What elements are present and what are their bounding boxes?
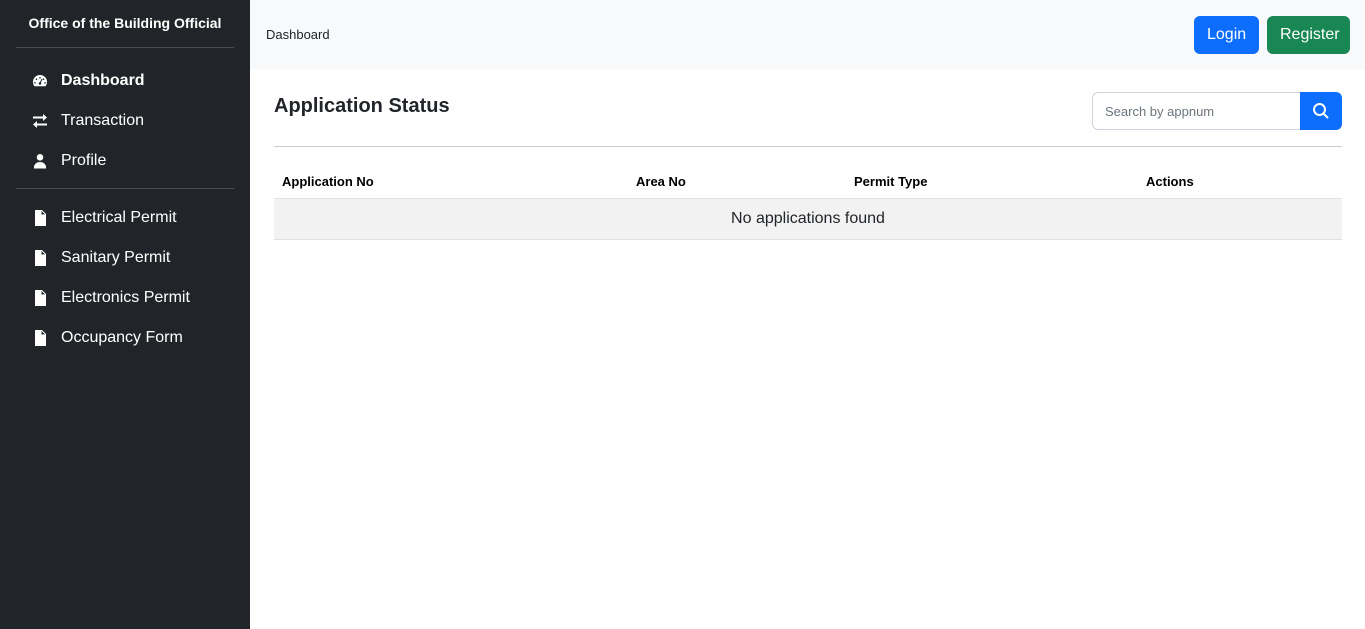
register-button[interactable]: Register (1267, 15, 1350, 54)
search-group (1092, 92, 1342, 130)
table-row: No applications found (274, 198, 1342, 240)
empty-table-message: No applications found (274, 198, 1342, 240)
topbar: Dashboard Login Register (250, 0, 1365, 69)
sidebar-item-label: Electronics Permit (61, 289, 190, 306)
app-root: Office of the Building Official Dashboar… (0, 0, 1365, 629)
login-button[interactable]: Login (1194, 15, 1259, 54)
search-input[interactable] (1092, 92, 1300, 130)
applications-table: Application No Area No Permit Type Actio… (274, 166, 1342, 240)
sidebar-item-sanitary-permit[interactable]: Sanitary Permit (16, 238, 234, 278)
content-header: Application Status (274, 69, 1342, 147)
file-pdf-icon (31, 289, 49, 307)
sidebar-item-label: Occupancy Form (61, 329, 183, 346)
arrows-exchange-icon (31, 112, 49, 130)
breadcrumb[interactable]: Dashboard (266, 27, 330, 42)
user-icon (31, 152, 49, 170)
sidebar-primary-nav: Dashboard Transaction Profile (0, 48, 250, 181)
sidebar-item-profile[interactable]: Profile (16, 141, 234, 181)
sidebar-item-label: Transaction (61, 112, 144, 129)
search-icon (1313, 103, 1329, 119)
column-header-application-no: Application No (274, 166, 628, 199)
sidebar-item-label: Profile (61, 152, 107, 169)
table-header-row: Application No Area No Permit Type Actio… (274, 166, 1342, 199)
sidebar-item-label: Electrical Permit (61, 209, 177, 226)
file-pdf-icon (31, 329, 49, 347)
sidebar-item-electrical-permit[interactable]: Electrical Permit (16, 198, 234, 238)
sidebar-item-occupancy-form[interactable]: Occupancy Form (16, 318, 234, 358)
file-pdf-icon (31, 249, 49, 267)
column-header-permit-type: Permit Type (846, 166, 1138, 199)
sidebar: Office of the Building Official Dashboar… (0, 0, 250, 629)
file-pdf-icon (31, 209, 49, 227)
sidebar-forms-nav: Electrical Permit Sanitary Permit Electr… (16, 188, 234, 358)
column-header-area-no: Area No (628, 166, 846, 199)
application-status-section: Application Status Application No Area N… (250, 69, 1365, 240)
gauge-icon (31, 72, 49, 90)
sidebar-item-label: Dashboard (61, 72, 145, 89)
sidebar-item-dashboard[interactable]: Dashboard (16, 61, 234, 101)
brand-title: Office of the Building Official (16, 0, 234, 48)
column-header-actions: Actions (1138, 166, 1342, 199)
main-area: Dashboard Login Register Application Sta… (250, 0, 1365, 629)
search-button[interactable] (1300, 92, 1342, 130)
page-title: Application Status (274, 95, 450, 117)
sidebar-item-electronics-permit[interactable]: Electronics Permit (16, 278, 234, 318)
sidebar-item-transaction[interactable]: Transaction (16, 101, 234, 141)
sidebar-item-label: Sanitary Permit (61, 249, 171, 266)
auth-actions: Login Register (1194, 15, 1350, 54)
